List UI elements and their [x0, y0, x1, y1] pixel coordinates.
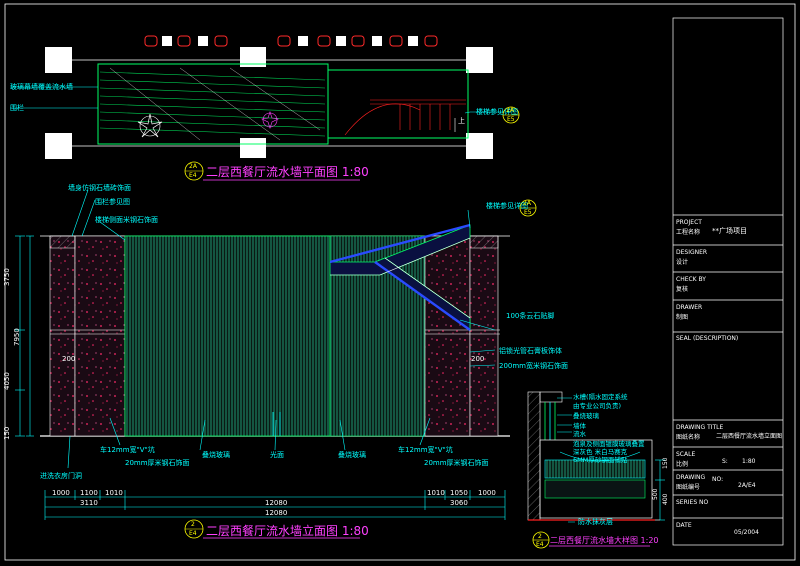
tb-project-en: PROJECT	[676, 219, 702, 226]
plan-label-railing: 围栏	[10, 104, 24, 112]
detail-dim-1: 150	[662, 457, 669, 469]
dim-row2-c: 3060	[450, 499, 468, 507]
tb-drawing-title-en: DRAWING TITLE	[676, 424, 724, 431]
dim-vertical-4: 150	[3, 426, 11, 440]
tb-date-value: 05/2004	[734, 529, 759, 536]
tb-series-en: SERIES NO	[676, 499, 709, 506]
dim-row1-f: 1000	[478, 489, 496, 497]
tb-scale-value: 1:80	[742, 458, 756, 465]
elev-label-mm-stone: 200mm宽米钢石饰面	[499, 362, 568, 370]
tb-check-cn: 复核	[676, 286, 689, 293]
tb-seal-en: SEAL (DESCRIPTION)	[676, 335, 739, 342]
elev-label-stone-left: 20mm厚米钢石饰面	[125, 459, 190, 467]
elev-label-cloud-stone: 100条云石贴脚	[506, 312, 555, 320]
dim-vertical-2: 7950	[13, 328, 21, 346]
elev-label-stair-detail: 楼梯参见详图	[486, 202, 528, 210]
tb-drawer-en: DRAWER	[676, 304, 703, 311]
elev-label-stone-right: 20mm厚米钢石饰面	[424, 459, 489, 467]
elev-label-entry: 进洗衣房门洞	[40, 472, 82, 480]
detail-title: 二层西餐厅流水墙大样图 1:20	[550, 536, 659, 545]
plan-label-waterwall: 玻璃幕墙覆盖流水墙	[10, 83, 73, 91]
detail-label-waterproof: 防水抹灰层	[578, 518, 613, 526]
elev-label-stone-finish: 墙身仿钢石墙砖饰面	[68, 184, 131, 192]
tb-drawing-no-en: DRAWING	[676, 474, 706, 481]
dim-row1-d: 1010	[427, 489, 445, 497]
tb-scale-cn: 比例	[676, 461, 689, 468]
tb-project-cn: 工程名称	[676, 229, 701, 236]
elev-label-glass-a: 叠烧玻璃	[202, 451, 230, 459]
elev-label-glass-b: 叠烧玻璃	[338, 451, 366, 459]
detail-note-5: 流水	[573, 430, 586, 438]
dim-row2-a: 3110	[80, 499, 98, 507]
dim-total: 12080	[265, 509, 288, 517]
plan-label-up: 上	[458, 117, 465, 125]
elev-title: 二层西餐厅流水墙立面图 1:80	[206, 524, 369, 538]
detail-dim-3: 500	[652, 488, 659, 500]
elev-ref-top: 2	[191, 521, 195, 528]
elev-label-railing: 围栏参见图	[95, 198, 130, 206]
elev-label-200a: 200	[62, 355, 76, 363]
plan-stair-ref-top: 2A	[506, 107, 514, 114]
plan-stair-ref-bottom: E5	[507, 116, 515, 123]
elev-stair-ref-top: 2A	[523, 200, 531, 207]
plan-ref-top: 2A	[189, 163, 197, 170]
elev-label-v-groove-right: 车12mm宽"V"坑	[398, 446, 453, 454]
detail-note-8: 6MM厚砂钢面铺贴	[573, 456, 628, 464]
elev-stair-ref-bottom: E5	[524, 209, 532, 216]
plan-title: 二层西餐厅流水墙平面图 1:80	[206, 165, 369, 179]
dim-row1-b: 1100	[80, 489, 98, 497]
dim-vertical-1: 3750	[3, 268, 11, 286]
tb-scale-prefix: S:	[722, 458, 728, 465]
dim-row2-b: 12080	[265, 499, 288, 507]
dim-row1-a: 1000	[52, 489, 70, 497]
tb-check-en: CHECK BY	[676, 276, 706, 283]
tb-drawing-no-cn: 图纸编号	[676, 484, 701, 491]
tb-drawing-title-cn: 图纸名称	[676, 434, 701, 441]
detail-note-3: 叠烧玻璃	[573, 412, 599, 420]
plan-ref-bottom: E4	[189, 172, 197, 179]
elev-label-v-groove-left: 车12mm宽"V"坑	[100, 446, 155, 454]
dim-row1-c: 1010	[105, 489, 123, 497]
tb-project-value: **广场项目	[712, 227, 747, 235]
detail-note-2: 由专业公司负责)	[573, 402, 622, 410]
elev-label-stair-stone: 楼梯侧面米钢石饰面	[95, 216, 158, 224]
tb-designer-en: DESIGNER	[676, 249, 708, 256]
tb-designer-cn: 设计	[676, 259, 689, 266]
detail-dim-2: 400	[662, 493, 669, 505]
elev-ref-bottom: E4	[189, 530, 197, 537]
tb-drawing-title-value: 二层西餐厅流水墙立面图	[716, 433, 783, 440]
tb-drawing-no-prefix: NO:	[712, 476, 724, 483]
text-layer: 玻璃幕墙覆盖流水墙 围栏 楼梯参见详图 上 2A E5 2A E4 二层西餐厅流…	[0, 0, 800, 566]
tb-scale-en: SCALE	[676, 451, 696, 458]
detail-ref-bottom: E4	[536, 541, 544, 548]
dim-row1-e: 1050	[450, 489, 468, 497]
tb-date-en: DATE	[676, 522, 692, 529]
tb-drawer-cn: 制图	[676, 314, 689, 321]
elev-label-light: 光面	[270, 451, 284, 459]
tb-drawing-no-value: 2A/E4	[738, 482, 756, 489]
elev-label-200b: 200	[471, 355, 485, 363]
elev-label-glass-strip: 铝锁光管石膏板饰体	[499, 347, 562, 355]
detail-ref-top: 2	[538, 533, 542, 540]
dim-vertical-3: 4050	[3, 372, 11, 390]
